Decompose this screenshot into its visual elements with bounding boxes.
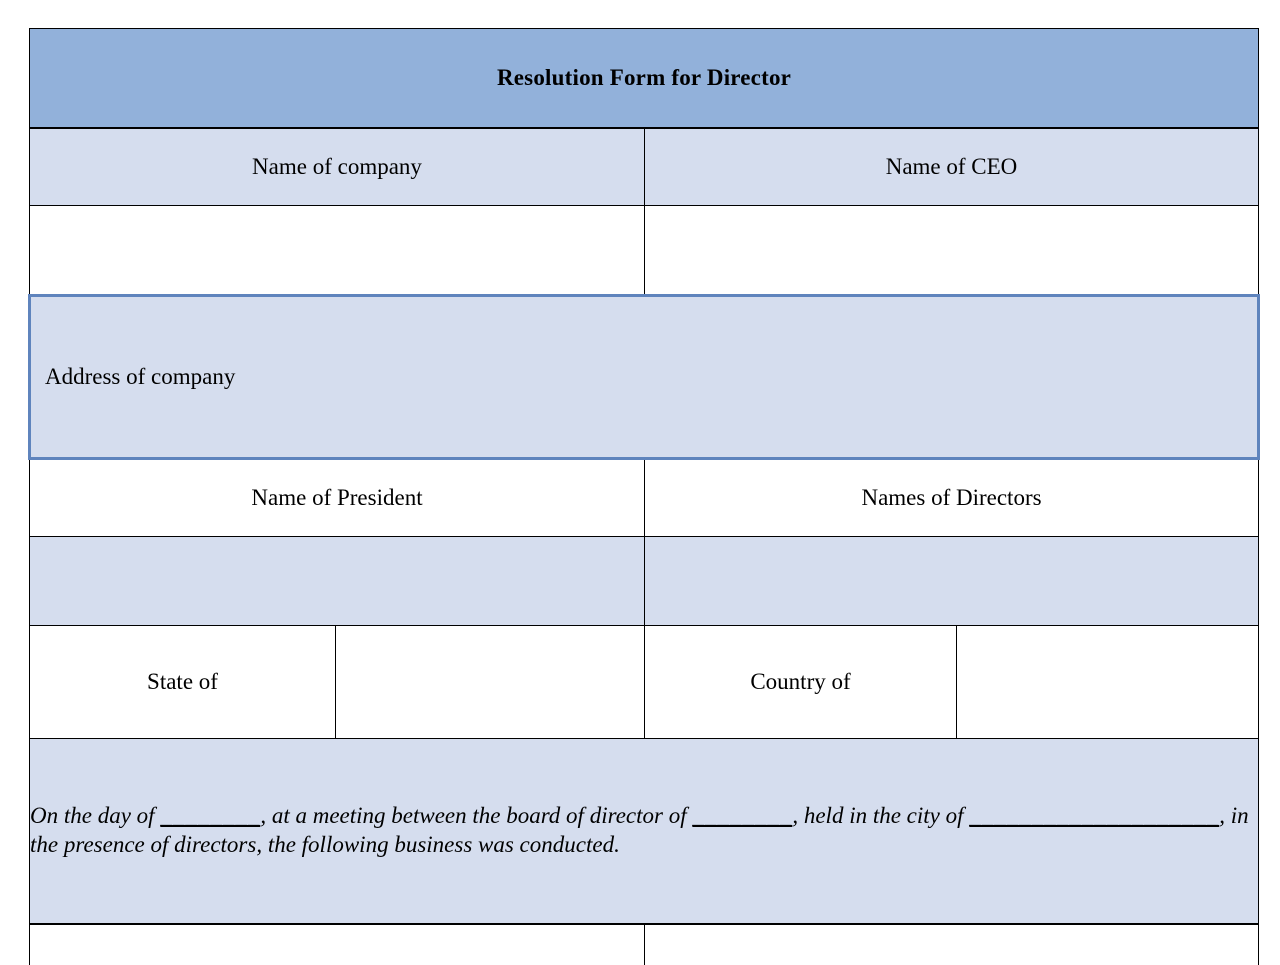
paragraph-segment-3: , held in the city of: [792, 803, 970, 829]
label-name-of-president: Name of President: [29, 458, 645, 537]
paragraph-blank-1[interactable]: ________: [160, 803, 260, 828]
paragraph-blank-3[interactable]: ____________________: [969, 803, 1219, 828]
next-block-row: [29, 923, 1260, 965]
label-country-of: Country of: [644, 625, 957, 739]
officers-input-row: [29, 536, 1260, 626]
paragraph-segment-1: On the day of: [30, 803, 161, 829]
resolution-form-table: Resolution Form for Director Name of com…: [27, 28, 1261, 965]
company-label-row: Name of company Name of CEO: [29, 127, 1260, 206]
next-block-left-cell[interactable]: [29, 923, 645, 965]
address-of-company-cell[interactable]: Address of company: [27, 294, 1261, 460]
input-country-of[interactable]: [955, 625, 1260, 739]
officers-label-row: Name of President Names of Directors: [29, 458, 1260, 537]
input-name-of-company[interactable]: [29, 205, 645, 296]
input-name-of-president[interactable]: [29, 536, 645, 626]
address-row: Address of company: [27, 294, 1261, 460]
input-state-of[interactable]: [335, 625, 645, 739]
next-block-right-cell[interactable]: [643, 923, 1260, 965]
input-name-of-ceo[interactable]: [643, 205, 1260, 296]
paragraph-blank-2[interactable]: ________: [692, 803, 792, 828]
resolution-paragraph: On the day of ________, at a meeting bet…: [28, 738, 1260, 925]
company-input-row: [29, 205, 1260, 296]
label-name-of-company: Name of company: [29, 127, 645, 206]
paragraph-segment-2: , at a meeting between the board of dire…: [260, 803, 693, 829]
location-row: State of Country of: [29, 625, 1260, 739]
label-state-of: State of: [29, 625, 336, 739]
label-names-of-directors: Names of Directors: [643, 458, 1260, 537]
form-title: Resolution Form for Director: [28, 28, 1260, 129]
input-names-of-directors[interactable]: [643, 536, 1260, 626]
resolution-paragraph-row: On the day of ________, at a meeting bet…: [28, 738, 1260, 925]
label-name-of-ceo: Name of CEO: [643, 127, 1260, 206]
title-row: Resolution Form for Director: [28, 28, 1260, 129]
form-page: Resolution Form for Director Name of com…: [0, 0, 1280, 965]
